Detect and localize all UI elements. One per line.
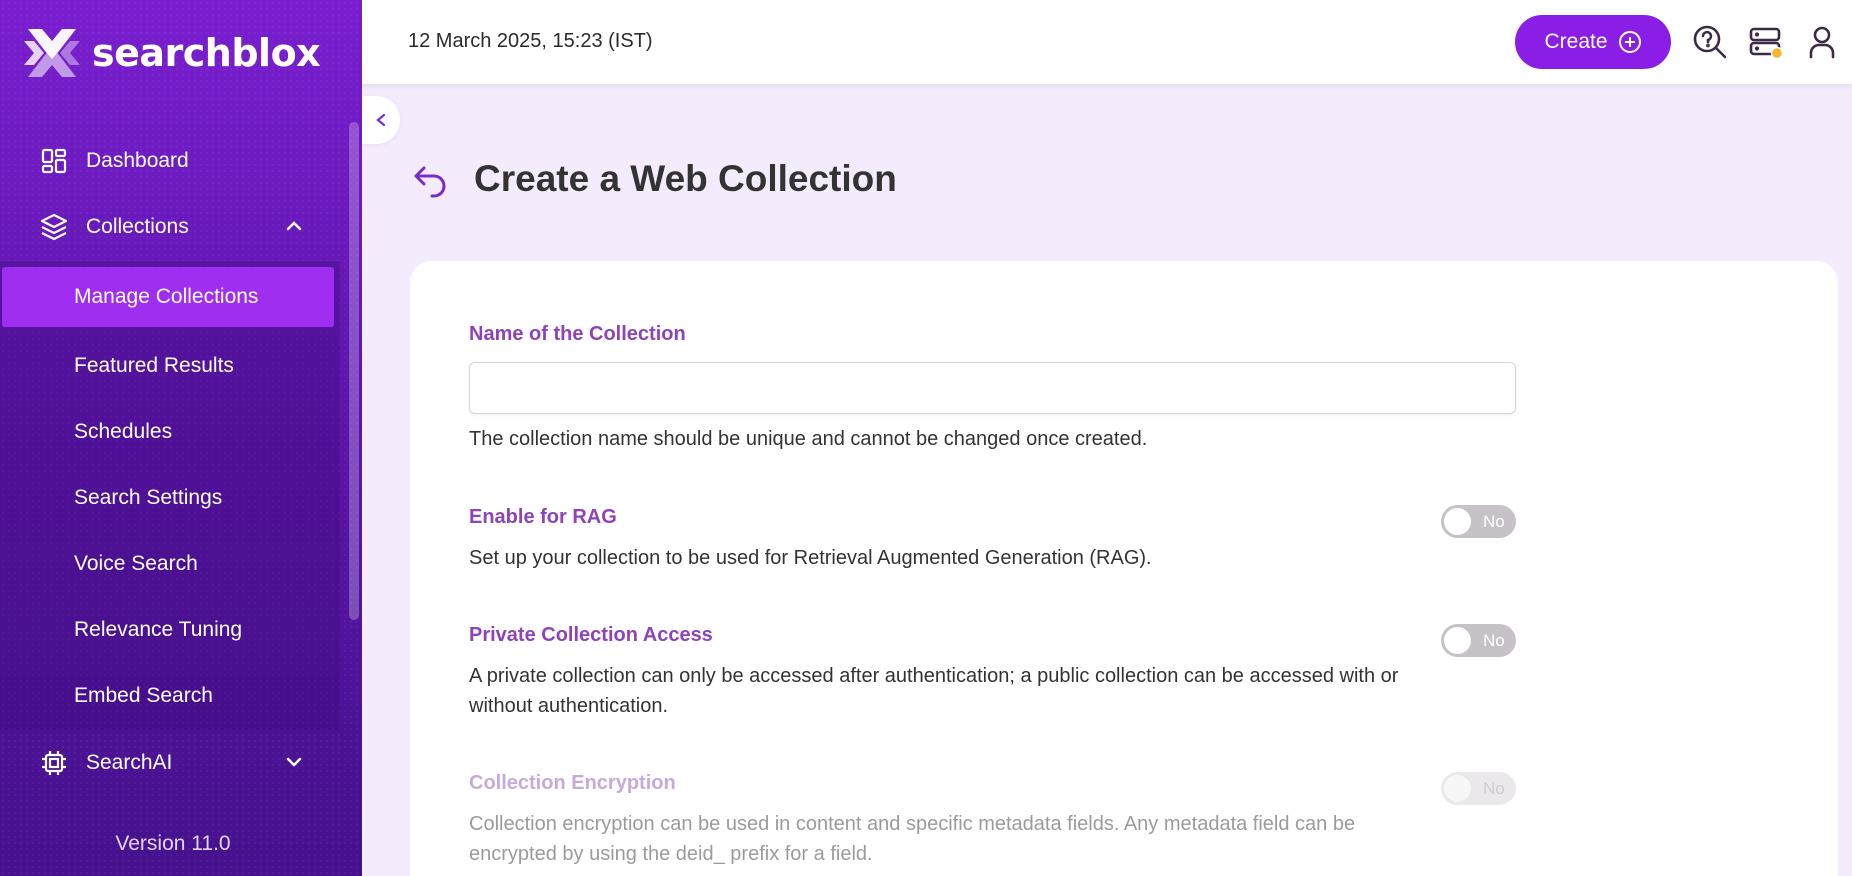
toggle-label: No [1483,778,1505,798]
page-title: Create a Web Collection [474,158,897,199]
encryption-toggle[interactable]: No [1441,772,1516,805]
sidebar-subitem-featured-results[interactable]: Featured Results [0,333,340,399]
top-header: 12 March 2025, 15:23 (IST) Create [362,0,1852,84]
chevron-left-icon [376,113,386,127]
sidebar-item-label: Dashboard [86,149,189,172]
server-status-icon[interactable] [1748,24,1784,60]
toggle-knob [1444,775,1471,802]
chevron-down-icon[interactable] [284,752,304,772]
create-button-label: Create [1544,30,1608,53]
sidebar-item-label: Collections [86,215,189,238]
private-access-label: Private Collection Access [469,624,713,646]
sidebar-scrollbar[interactable] [349,122,359,620]
private-access-help: A private collection can only be accesse… [469,665,1399,717]
toggle-knob [1444,508,1471,535]
dashboard-icon [40,147,68,175]
sidebar-nav: Dashboard Collections Manage Collections… [0,128,340,796]
user-icon[interactable] [1804,24,1840,60]
sidebar-item-dashboard[interactable]: Dashboard [0,128,340,194]
searchblox-logo-icon [24,29,80,77]
rag-label: Enable for RAG [469,506,617,528]
sidebar-subitem-relevance-tuning[interactable]: Relevance Tuning [0,597,340,663]
sidebar-subitem-embed-search[interactable]: Embed Search [0,663,340,729]
toggle-label: No [1483,511,1505,531]
collection-name-help: The collection name should be unique and… [469,428,1148,450]
plus-circle-icon [1618,31,1641,53]
sidebar-subitem-schedules[interactable]: Schedules [0,399,340,465]
sidebar-subitem-voice-search[interactable]: Voice Search [0,531,340,597]
search-help-icon[interactable] [1692,24,1728,60]
collection-name-label: Name of the Collection [469,323,686,345]
private-access-toggle[interactable]: No [1441,624,1516,657]
sidebar: searchblox Dashboard Collections Manage … [0,0,362,876]
sidebar-collapse-button[interactable] [362,96,400,144]
encryption-label: Collection Encryption [469,772,676,794]
chip-icon [40,749,68,777]
sidebar-item-collections[interactable]: Collections [0,194,340,260]
rag-help: Set up your collection to be used for Re… [469,547,1152,569]
collection-name-input[interactable] [469,362,1516,414]
sidebar-item-label: SearchAI [86,751,173,774]
brand-name: searchblox [92,31,321,75]
collection-form-card: Name of the Collection The collection na… [410,261,1838,876]
toggle-label: No [1483,630,1505,650]
collections-submenu: Manage Collections Featured Results Sche… [0,260,340,730]
create-button[interactable]: Create [1515,15,1671,69]
encryption-help: Collection encryption can be used in con… [469,813,1356,865]
sidebar-subitem-manage-collections[interactable]: Manage Collections [2,267,334,327]
layers-icon [40,213,68,241]
brand-logo[interactable]: searchblox [22,22,321,84]
toggle-knob [1444,627,1471,654]
sidebar-subitem-search-settings[interactable]: Search Settings [0,465,340,531]
header-datetime: 12 March 2025, 15:23 (IST) [408,30,653,52]
sidebar-item-searchai[interactable]: SearchAI [0,730,340,796]
rag-toggle[interactable]: No [1441,505,1516,538]
version-label: Version 11.0 [115,832,231,855]
chevron-up-icon[interactable] [284,216,304,236]
back-arrow-icon[interactable] [412,162,450,200]
